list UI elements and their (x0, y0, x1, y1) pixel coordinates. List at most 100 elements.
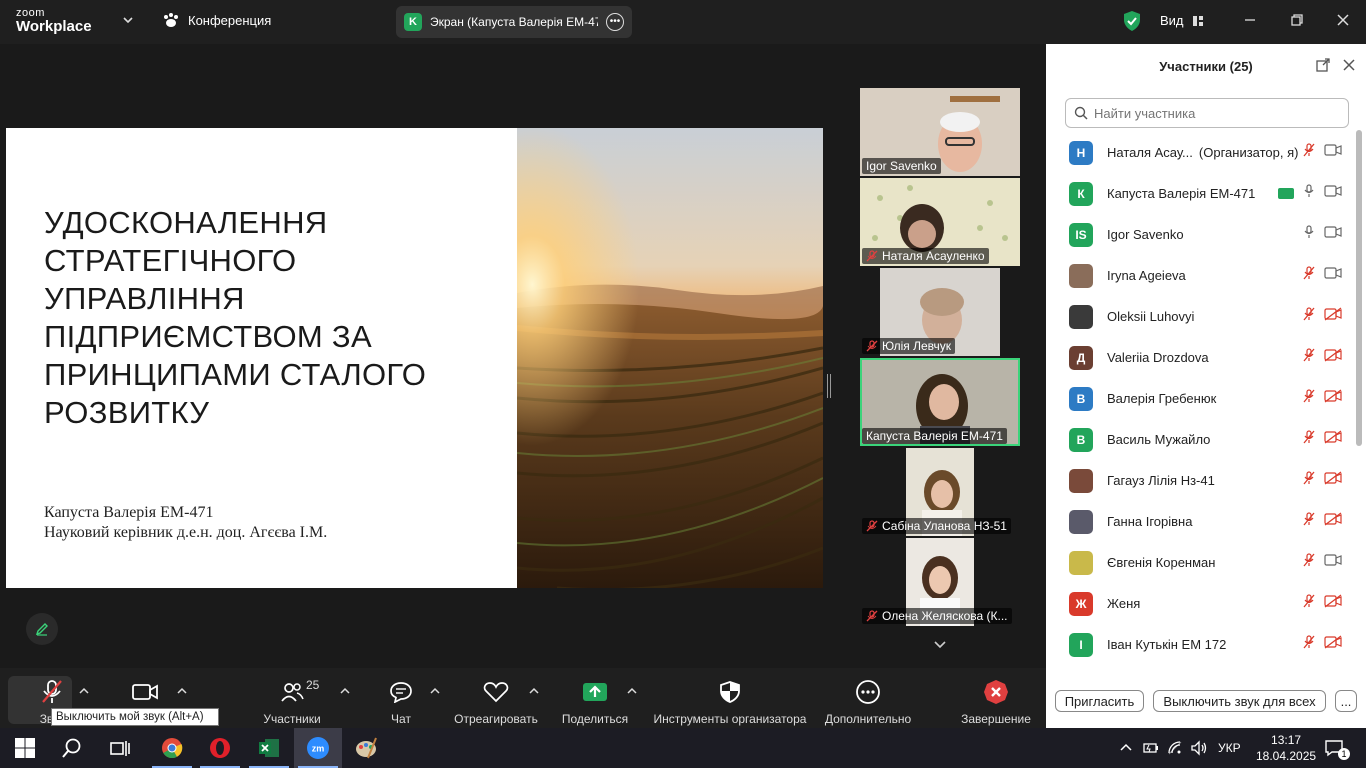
mic-muted-icon[interactable] (1302, 430, 1316, 449)
camera-off-icon[interactable] (1324, 512, 1342, 531)
participant-row[interactable]: Д Valeriia Drozdova (1046, 337, 1354, 378)
encryption-shield-icon[interactable] (1122, 10, 1142, 32)
video-tile[interactable]: Наталя Асауленко (860, 178, 1020, 266)
mic-muted-icon (866, 520, 878, 532)
chevron-up-icon[interactable] (1120, 742, 1132, 754)
invite-button[interactable]: Пригласить (1055, 690, 1144, 712)
participant-row[interactable]: К Капуста Валерія ЕМ-471 (1046, 173, 1354, 214)
chevron-up-icon[interactable] (529, 686, 539, 696)
zoom-icon[interactable]: zm (306, 736, 330, 760)
participant-row[interactable]: Ганна Ігорівна (1046, 501, 1354, 542)
camera-icon[interactable] (1324, 225, 1342, 244)
wifi-icon[interactable] (1167, 740, 1183, 756)
participant-name: Iryna Ageieva (1107, 268, 1186, 283)
video-tile[interactable]: Сабіна Уланова НЗ-51 (860, 448, 1020, 536)
video-tile-active[interactable]: Капуста Валерія ЕМ-471 (860, 358, 1020, 446)
chevron-up-icon[interactable] (627, 686, 637, 696)
opera-icon[interactable] (208, 736, 232, 760)
resize-handle[interactable] (827, 374, 831, 398)
more-options-icon[interactable]: ••• (606, 13, 624, 31)
windows-start-icon[interactable] (13, 736, 37, 760)
language-indicator[interactable]: УКР (1218, 741, 1241, 755)
participant-row[interactable]: IS Igor Savenko (1046, 214, 1354, 255)
chevron-up-icon[interactable] (79, 686, 89, 696)
participant-row[interactable]: Iryna Ageieva (1046, 255, 1354, 296)
video-name-label: Igor Savenko (862, 158, 941, 174)
close-icon[interactable] (1333, 10, 1353, 30)
camera-icon[interactable] (1324, 553, 1342, 572)
search-icon[interactable] (60, 736, 84, 760)
search-input[interactable] (1094, 105, 1334, 121)
participant-row[interactable]: Oleksii Luhovyi (1046, 296, 1354, 337)
camera-off-icon[interactable] (1324, 594, 1342, 613)
participant-search[interactable] (1065, 98, 1349, 128)
video-tile[interactable]: Олена Желяскова (К... (860, 538, 1020, 626)
camera-off-icon[interactable] (1324, 430, 1342, 449)
conference-menu[interactable]: Конференция (162, 12, 271, 28)
mic-muted-icon[interactable] (1302, 143, 1316, 162)
mic-muted-icon[interactable] (1302, 471, 1316, 490)
restore-icon[interactable] (1287, 10, 1307, 30)
close-icon[interactable] (1342, 58, 1356, 72)
mic-muted-icon[interactable] (1302, 594, 1316, 613)
mic-muted-icon[interactable] (1302, 512, 1316, 531)
camera-icon (132, 684, 158, 700)
participant-row[interactable]: Н Наталя Асау... (Организатор, я) (1046, 132, 1354, 173)
chevron-up-icon[interactable] (177, 686, 187, 696)
camera-off-icon[interactable] (1324, 389, 1342, 408)
more-button[interactable]: Дополнительно (822, 668, 914, 728)
participant-name: Наталя Асау... (Организатор, я) (1107, 145, 1299, 160)
screen-share-tab[interactable]: K Экран (Капуста Валерія ЕМ-471 ••• (396, 6, 632, 38)
chevron-up-icon[interactable] (430, 686, 440, 696)
mic-icon[interactable] (1302, 184, 1316, 203)
mic-muted-icon[interactable] (1302, 635, 1316, 654)
end-meeting-button[interactable]: Завершение (958, 668, 1034, 728)
participant-row[interactable]: Гагауз Лілія Нз-41 (1046, 460, 1354, 501)
task-view-icon[interactable] (108, 736, 132, 760)
host-tools-button[interactable]: Инструменты организатора (652, 668, 808, 728)
participant-row[interactable]: Ж Женя (1046, 583, 1354, 624)
mic-muted-icon[interactable] (1302, 307, 1316, 326)
excel-icon[interactable] (257, 736, 281, 760)
video-tile[interactable]: Igor Savenko (860, 88, 1020, 176)
search-icon (1074, 106, 1088, 120)
volume-icon[interactable] (1190, 740, 1208, 756)
mic-muted-icon[interactable] (1302, 348, 1316, 367)
share-button[interactable]: Поделиться (560, 668, 630, 728)
paint-icon[interactable] (354, 736, 378, 760)
mute-all-button[interactable]: Выключить звук для всех (1153, 690, 1326, 712)
participant-name: Василь Мужайло (1107, 432, 1211, 447)
video-tile[interactable]: Юлія Левчук (860, 268, 1020, 356)
participants-scrollbar[interactable] (1356, 130, 1362, 446)
participant-row[interactable]: В Василь Мужайло (1046, 419, 1354, 460)
camera-icon[interactable] (1324, 184, 1342, 203)
mic-muted-icon[interactable] (1302, 266, 1316, 285)
react-button[interactable]: Отреагировать (453, 668, 539, 728)
camera-icon[interactable] (1324, 266, 1342, 285)
chevron-down-icon[interactable] (932, 637, 948, 653)
chrome-icon[interactable] (160, 736, 184, 760)
camera-icon[interactable] (1324, 143, 1342, 162)
camera-off-icon[interactable] (1324, 635, 1342, 654)
participant-row[interactable]: І Іван Кутькін ЕМ 172 (1046, 624, 1354, 665)
mic-muted-icon[interactable] (1302, 389, 1316, 408)
mic-icon[interactable] (1302, 225, 1316, 244)
camera-off-icon[interactable] (1324, 348, 1342, 367)
participants-button[interactable]: 25 Участники (260, 668, 324, 728)
camera-off-icon[interactable] (1324, 471, 1342, 490)
mic-muted-icon[interactable] (1302, 553, 1316, 572)
chevron-up-icon[interactable] (340, 686, 350, 696)
avatar (1069, 509, 1093, 534)
camera-off-icon[interactable] (1324, 307, 1342, 326)
participant-row[interactable]: Євгенія Коренман (1046, 542, 1354, 583)
view-menu[interactable]: Вид (1160, 13, 1204, 28)
chat-button[interactable]: Чат (386, 668, 416, 728)
panel-more-button[interactable]: ... (1335, 690, 1357, 712)
minimize-icon[interactable] (1240, 10, 1260, 30)
pop-out-icon[interactable] (1316, 58, 1330, 72)
clock[interactable]: 13:17 18.04.2025 (1256, 732, 1316, 764)
battery-icon[interactable] (1143, 741, 1159, 755)
chevron-down-icon[interactable] (122, 14, 134, 26)
annotate-button[interactable] (26, 613, 58, 645)
participant-row[interactable]: В Валерія Гребенюк (1046, 378, 1354, 419)
